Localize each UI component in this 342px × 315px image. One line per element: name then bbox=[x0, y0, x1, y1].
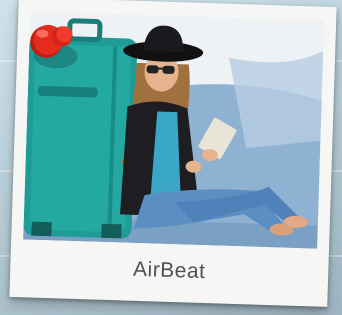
caption: AirBeat bbox=[132, 257, 206, 284]
pushpin-icon bbox=[30, 24, 78, 69]
